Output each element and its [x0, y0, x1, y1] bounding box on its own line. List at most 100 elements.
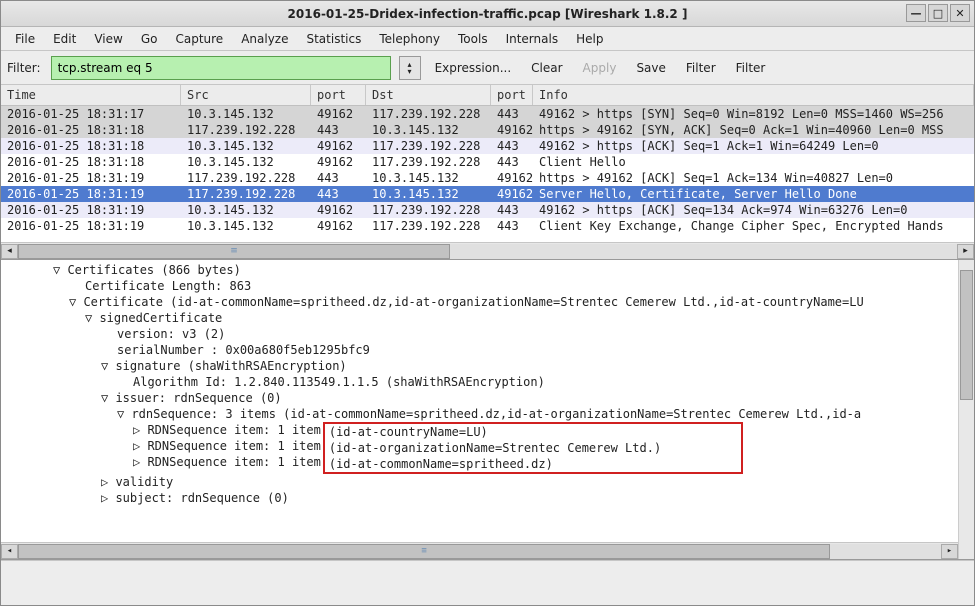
clear-button[interactable]: Clear — [525, 59, 568, 77]
detail-vscroll-thumb[interactable] — [960, 270, 973, 400]
tree-certificate[interactable]: ▽ Certificate (id-at-commonName=sprithee… — [5, 294, 970, 310]
tree-certificates[interactable]: ▽ Certificates (866 bytes) — [5, 262, 970, 278]
menu-help[interactable]: Help — [568, 29, 611, 49]
filter-input[interactable] — [51, 56, 391, 80]
filter-button-1[interactable]: Filter — [680, 59, 722, 77]
filter-button-2[interactable]: Filter — [730, 59, 772, 77]
packet-cell: 117.239.192.228 — [366, 154, 491, 170]
window-title: 2016-01-25-Dridex-infection-traffic.pcap… — [288, 7, 688, 21]
tree-cert-length[interactable]: Certificate Length: 863 — [5, 278, 970, 294]
tree-subject[interactable]: ▷ subject: rdnSequence (0) — [5, 490, 970, 506]
tree-algorithm-id[interactable]: Algorithm Id: 1.2.840.113549.1.1.5 (shaW… — [5, 374, 970, 390]
scroll-right-icon[interactable]: ▸ — [941, 544, 958, 559]
col-src[interactable]: Src — [181, 85, 311, 105]
packet-cell: 2016-01-25 18:31:18 — [1, 154, 181, 170]
packet-cell: 49162 > https [ACK] Seq=134 Ack=974 Win=… — [533, 202, 974, 218]
packet-cell: 2016-01-25 18:31:19 — [1, 202, 181, 218]
packet-list-rows[interactable]: 2016-01-25 18:31:1710.3.145.13249162117.… — [1, 106, 974, 242]
col-srcport[interactable]: port — [311, 85, 366, 105]
tree-rdnsequence[interactable]: ▽ rdnSequence: 3 items (id-at-commonName… — [5, 406, 970, 422]
tree-rdn-item-1-value: (id-at-countryName=LU) — [329, 424, 737, 440]
packet-cell: 117.239.192.228 — [366, 106, 491, 122]
menu-tools[interactable]: Tools — [450, 29, 496, 49]
save-button[interactable]: Save — [630, 59, 671, 77]
tree-signed-certificate[interactable]: ▽ signedCertificate — [5, 310, 970, 326]
tree-validity[interactable]: ▷ validity — [5, 474, 970, 490]
scroll-right-icon[interactable]: ▸ — [957, 244, 974, 259]
scroll-thumb[interactable]: ≡ — [18, 544, 830, 559]
apply-button[interactable]: Apply — [577, 59, 623, 77]
packet-cell: Client Hello — [533, 154, 974, 170]
packet-cell: 49162 — [491, 170, 533, 186]
packet-row[interactable]: 2016-01-25 18:31:1810.3.145.13249162117.… — [1, 138, 974, 154]
expression-button[interactable]: Expression... — [429, 59, 518, 77]
menu-view[interactable]: View — [86, 29, 130, 49]
packet-cell: 10.3.145.132 — [181, 106, 311, 122]
packet-row[interactable]: 2016-01-25 18:31:19117.239.192.22844310.… — [1, 186, 974, 202]
packet-cell: 49162 — [311, 106, 366, 122]
statusbar — [1, 560, 974, 578]
packet-cell: 443 — [491, 106, 533, 122]
col-dstport[interactable]: port — [491, 85, 533, 105]
highlight-box: (id-at-countryName=LU) (id-at-organizati… — [323, 422, 743, 474]
menu-statistics[interactable]: Statistics — [298, 29, 369, 49]
filter-label: Filter: — [7, 61, 43, 75]
menu-internals[interactable]: Internals — [498, 29, 567, 49]
packet-cell: 117.239.192.228 — [366, 138, 491, 154]
packet-row[interactable]: 2016-01-25 18:31:18117.239.192.22844310.… — [1, 122, 974, 138]
tree-rdn-item-3-value: (id-at-commonName=spritheed.dz) — [329, 456, 737, 472]
col-info[interactable]: Info — [533, 85, 974, 105]
packet-cell: 49162 — [311, 218, 366, 234]
tree-issuer[interactable]: ▽ issuer: rdnSequence (0) — [5, 390, 970, 406]
tree-signature[interactable]: ▽ signature (shaWithRSAEncryption) — [5, 358, 970, 374]
packet-cell: 117.239.192.228 — [366, 202, 491, 218]
packet-cell: 443 — [311, 122, 366, 138]
menu-go[interactable]: Go — [133, 29, 166, 49]
packet-cell: https > 49162 [ACK] Seq=1 Ack=134 Win=40… — [533, 170, 974, 186]
packet-row[interactable]: 2016-01-25 18:31:1910.3.145.13249162117.… — [1, 218, 974, 234]
packet-cell: 117.239.192.228 — [181, 122, 311, 138]
tree-version[interactable]: version: v3 (2) — [5, 326, 970, 342]
packet-hscrollbar[interactable]: ◂ ≡ ▸ — [1, 242, 974, 259]
col-dst[interactable]: Dst — [366, 85, 491, 105]
menu-capture[interactable]: Capture — [167, 29, 231, 49]
tree-serial-number[interactable]: serialNumber : 0x00a680f5eb1295bfc9 — [5, 342, 970, 358]
chevron-down-icon: ▾ — [408, 68, 412, 75]
scroll-left-icon[interactable]: ◂ — [1, 544, 18, 559]
tree-rdn-item-3-left[interactable]: ▷ RDNSequence item: 1 item — [133, 454, 321, 470]
packet-cell: Client Key Exchange, Change Cipher Spec,… — [533, 218, 974, 234]
window-minimize-button[interactable]: — — [906, 4, 926, 22]
packet-cell: 2016-01-25 18:31:18 — [1, 122, 181, 138]
packet-cell: 10.3.145.132 — [181, 154, 311, 170]
menu-file[interactable]: File — [7, 29, 43, 49]
packet-cell: 117.239.192.228 — [366, 218, 491, 234]
scroll-left-icon[interactable]: ◂ — [1, 244, 18, 259]
packet-detail-pane[interactable]: ▽ Certificates (866 bytes) Certificate L… — [1, 260, 974, 560]
col-time[interactable]: Time — [1, 85, 181, 105]
window-maximize-button[interactable]: □ — [928, 4, 948, 22]
packet-row[interactable]: 2016-01-25 18:31:1810.3.145.13249162117.… — [1, 154, 974, 170]
packet-cell: 2016-01-25 18:31:17 — [1, 106, 181, 122]
packet-row[interactable]: 2016-01-25 18:31:19117.239.192.22844310.… — [1, 170, 974, 186]
packet-cell: 10.3.145.132 — [181, 218, 311, 234]
tree-rdn-item-1-left[interactable]: ▷ RDNSequence item: 1 item — [133, 422, 321, 438]
packet-cell: Server Hello, Certificate, Server Hello … — [533, 186, 974, 202]
packet-cell: 117.239.192.228 — [181, 170, 311, 186]
tree-rdn-item-2-left[interactable]: ▷ RDNSequence item: 1 item — [133, 438, 321, 454]
menu-analyze[interactable]: Analyze — [233, 29, 296, 49]
packet-cell: 10.3.145.132 — [366, 186, 491, 202]
menu-edit[interactable]: Edit — [45, 29, 84, 49]
packet-cell: 49162 — [311, 154, 366, 170]
window-close-button[interactable]: ✕ — [950, 4, 970, 22]
packet-row[interactable]: 2016-01-25 18:31:1910.3.145.13249162117.… — [1, 202, 974, 218]
packet-cell: 443 — [491, 138, 533, 154]
detail-hscrollbar[interactable]: ◂ ≡ ▸ — [1, 542, 958, 559]
packet-cell: https > 49162 [SYN, ACK] Seq=0 Ack=1 Win… — [533, 122, 974, 138]
packet-cell: 10.3.145.132 — [181, 138, 311, 154]
packet-row[interactable]: 2016-01-25 18:31:1710.3.145.13249162117.… — [1, 106, 974, 122]
menu-telephony[interactable]: Telephony — [371, 29, 448, 49]
detail-vscrollbar[interactable] — [958, 260, 974, 559]
packet-cell: 443 — [491, 202, 533, 218]
filter-history-spinner[interactable]: ▴ ▾ — [399, 56, 421, 80]
scroll-thumb[interactable]: ≡ — [18, 244, 450, 259]
